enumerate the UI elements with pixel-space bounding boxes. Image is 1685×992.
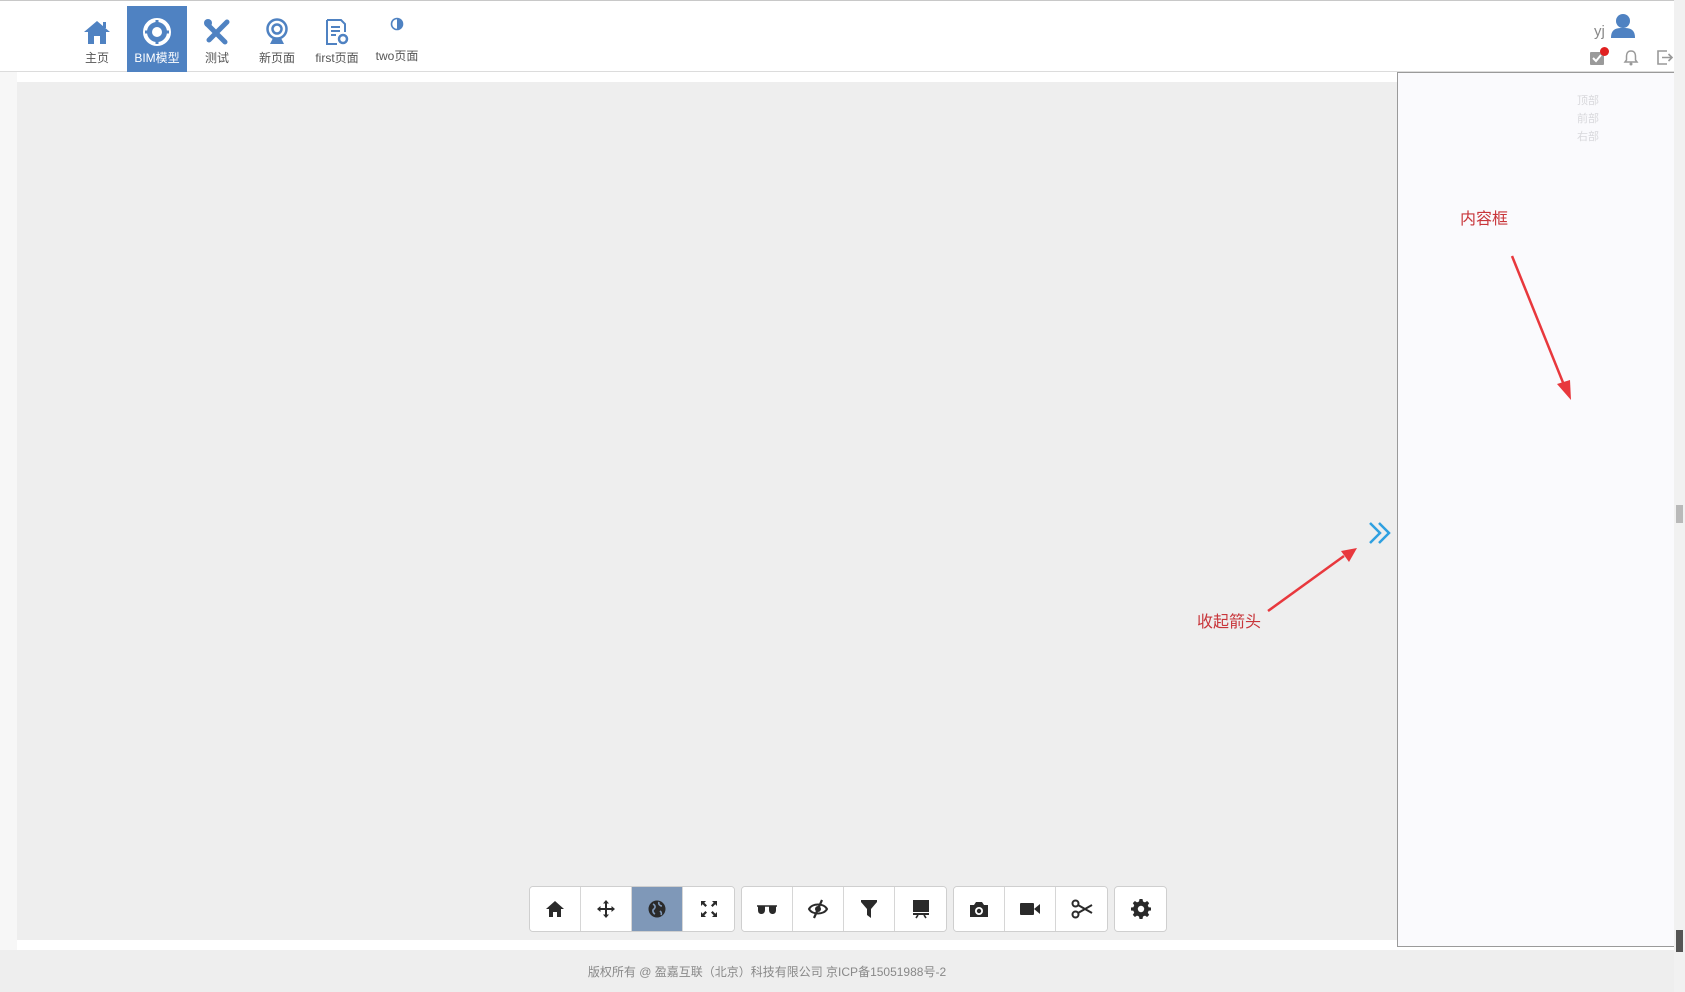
toolbar-group-capture	[953, 886, 1108, 932]
lifebuoy-icon	[143, 17, 171, 47]
home-icon	[546, 901, 564, 917]
double-chevron-right-icon	[1369, 522, 1391, 544]
toolbar-screenshot-button[interactable]	[954, 887, 1005, 931]
collapse-panel-arrow[interactable]	[1367, 520, 1397, 546]
nav-item-new-page[interactable]: 新页面	[247, 6, 307, 72]
nav-item-label: 主页	[84, 51, 109, 65]
bim-viewer-canvas[interactable]	[17, 82, 1397, 940]
globe-icon	[648, 900, 666, 918]
view-front-button[interactable]: 前部	[1573, 110, 1603, 128]
toolbar-pan-button[interactable]	[581, 887, 632, 931]
tools-cross-icon	[203, 17, 231, 47]
toolbar-home-button[interactable]	[530, 887, 581, 931]
footer-copyright: 版权所有 @ 盈嘉互联（北京）科技有限公司 京ICP备15051988号-2	[587, 964, 947, 979]
user-icon[interactable]	[1610, 13, 1636, 44]
toolbar-filter-button[interactable]	[844, 887, 895, 931]
filter-icon	[861, 900, 877, 918]
move-arrows-icon	[597, 900, 615, 918]
right-content-panel: 顶部 前部 右部	[1397, 72, 1676, 947]
view-right-button[interactable]: 右部	[1573, 128, 1603, 146]
toolbar-orbit-button[interactable]	[632, 887, 683, 931]
annotation-content-box: 内容框	[1460, 211, 1509, 228]
toolbar-group-settings	[1114, 886, 1167, 932]
webcam-icon	[264, 17, 290, 47]
main-nav: 主页 BIM模型 测试 新页面 first页面 two页面	[67, 6, 427, 72]
nav-item-label: 测试	[204, 51, 229, 65]
nav-item-label: 新页面	[258, 51, 295, 65]
scrollbar-thumb[interactable]	[1676, 505, 1683, 523]
toolbar-hide-button[interactable]	[793, 887, 844, 931]
toolbar-record-button[interactable]	[1005, 887, 1056, 931]
contrast-icon	[390, 17, 404, 47]
fullscreen-icon	[700, 901, 717, 917]
view-top-button[interactable]: 顶部	[1573, 92, 1603, 110]
annotation-collapse-arrow: 收起箭头	[1197, 614, 1262, 631]
toolbar-fullscreen-button[interactable]	[683, 887, 734, 931]
bell-icon[interactable]	[1614, 47, 1648, 67]
left-margin-strip	[0, 72, 17, 950]
toolbar-group-navigation	[529, 886, 735, 932]
toolbar-settings-button[interactable]	[1115, 887, 1166, 931]
nav-item-two-page[interactable]: two页面	[367, 6, 427, 72]
toolbar-glasses-button[interactable]	[742, 887, 793, 931]
presentation-icon	[912, 900, 929, 919]
viewer-toolbar	[529, 886, 1167, 932]
nav-item-label: first页面	[315, 51, 359, 65]
user-area: yj	[1580, 11, 1674, 69]
user-name[interactable]: yj	[1594, 23, 1605, 40]
glasses-icon	[757, 905, 777, 914]
notification-dot	[1600, 47, 1609, 56]
gear-icon	[1130, 899, 1151, 919]
eye-slash-icon	[807, 899, 829, 919]
toolbar-section-button[interactable]	[1056, 887, 1107, 931]
home-icon	[83, 17, 111, 47]
page-footer: 版权所有 @ 盈嘉互联（北京）科技有限公司 京ICP备15051988号-2	[0, 950, 1674, 992]
task-check-icon[interactable]	[1580, 47, 1614, 67]
document-gear-icon	[324, 17, 350, 47]
view-direction-list: 顶部 前部 右部	[1573, 92, 1603, 146]
scissors-icon	[1071, 899, 1092, 919]
scrollbar-lower-thumb[interactable]	[1676, 930, 1683, 952]
nav-item-test[interactable]: 测试	[187, 6, 247, 72]
utility-icons	[1580, 47, 1682, 67]
nav-item-home[interactable]: 主页	[67, 6, 127, 72]
video-camera-icon	[1020, 903, 1040, 915]
nav-item-label: BIM模型	[134, 51, 180, 65]
toolbar-group-visibility	[741, 886, 947, 932]
nav-item-first-page[interactable]: first页面	[307, 6, 367, 72]
toolbar-presentation-button[interactable]	[895, 887, 946, 931]
nav-item-bim-model[interactable]: BIM模型	[127, 6, 187, 72]
nav-item-label: two页面	[375, 49, 419, 63]
camera-icon	[970, 901, 988, 917]
vertical-scrollbar[interactable]	[1674, 0, 1685, 992]
top-header: 主页 BIM模型 测试 新页面 first页面 two页面 yj	[0, 0, 1674, 72]
